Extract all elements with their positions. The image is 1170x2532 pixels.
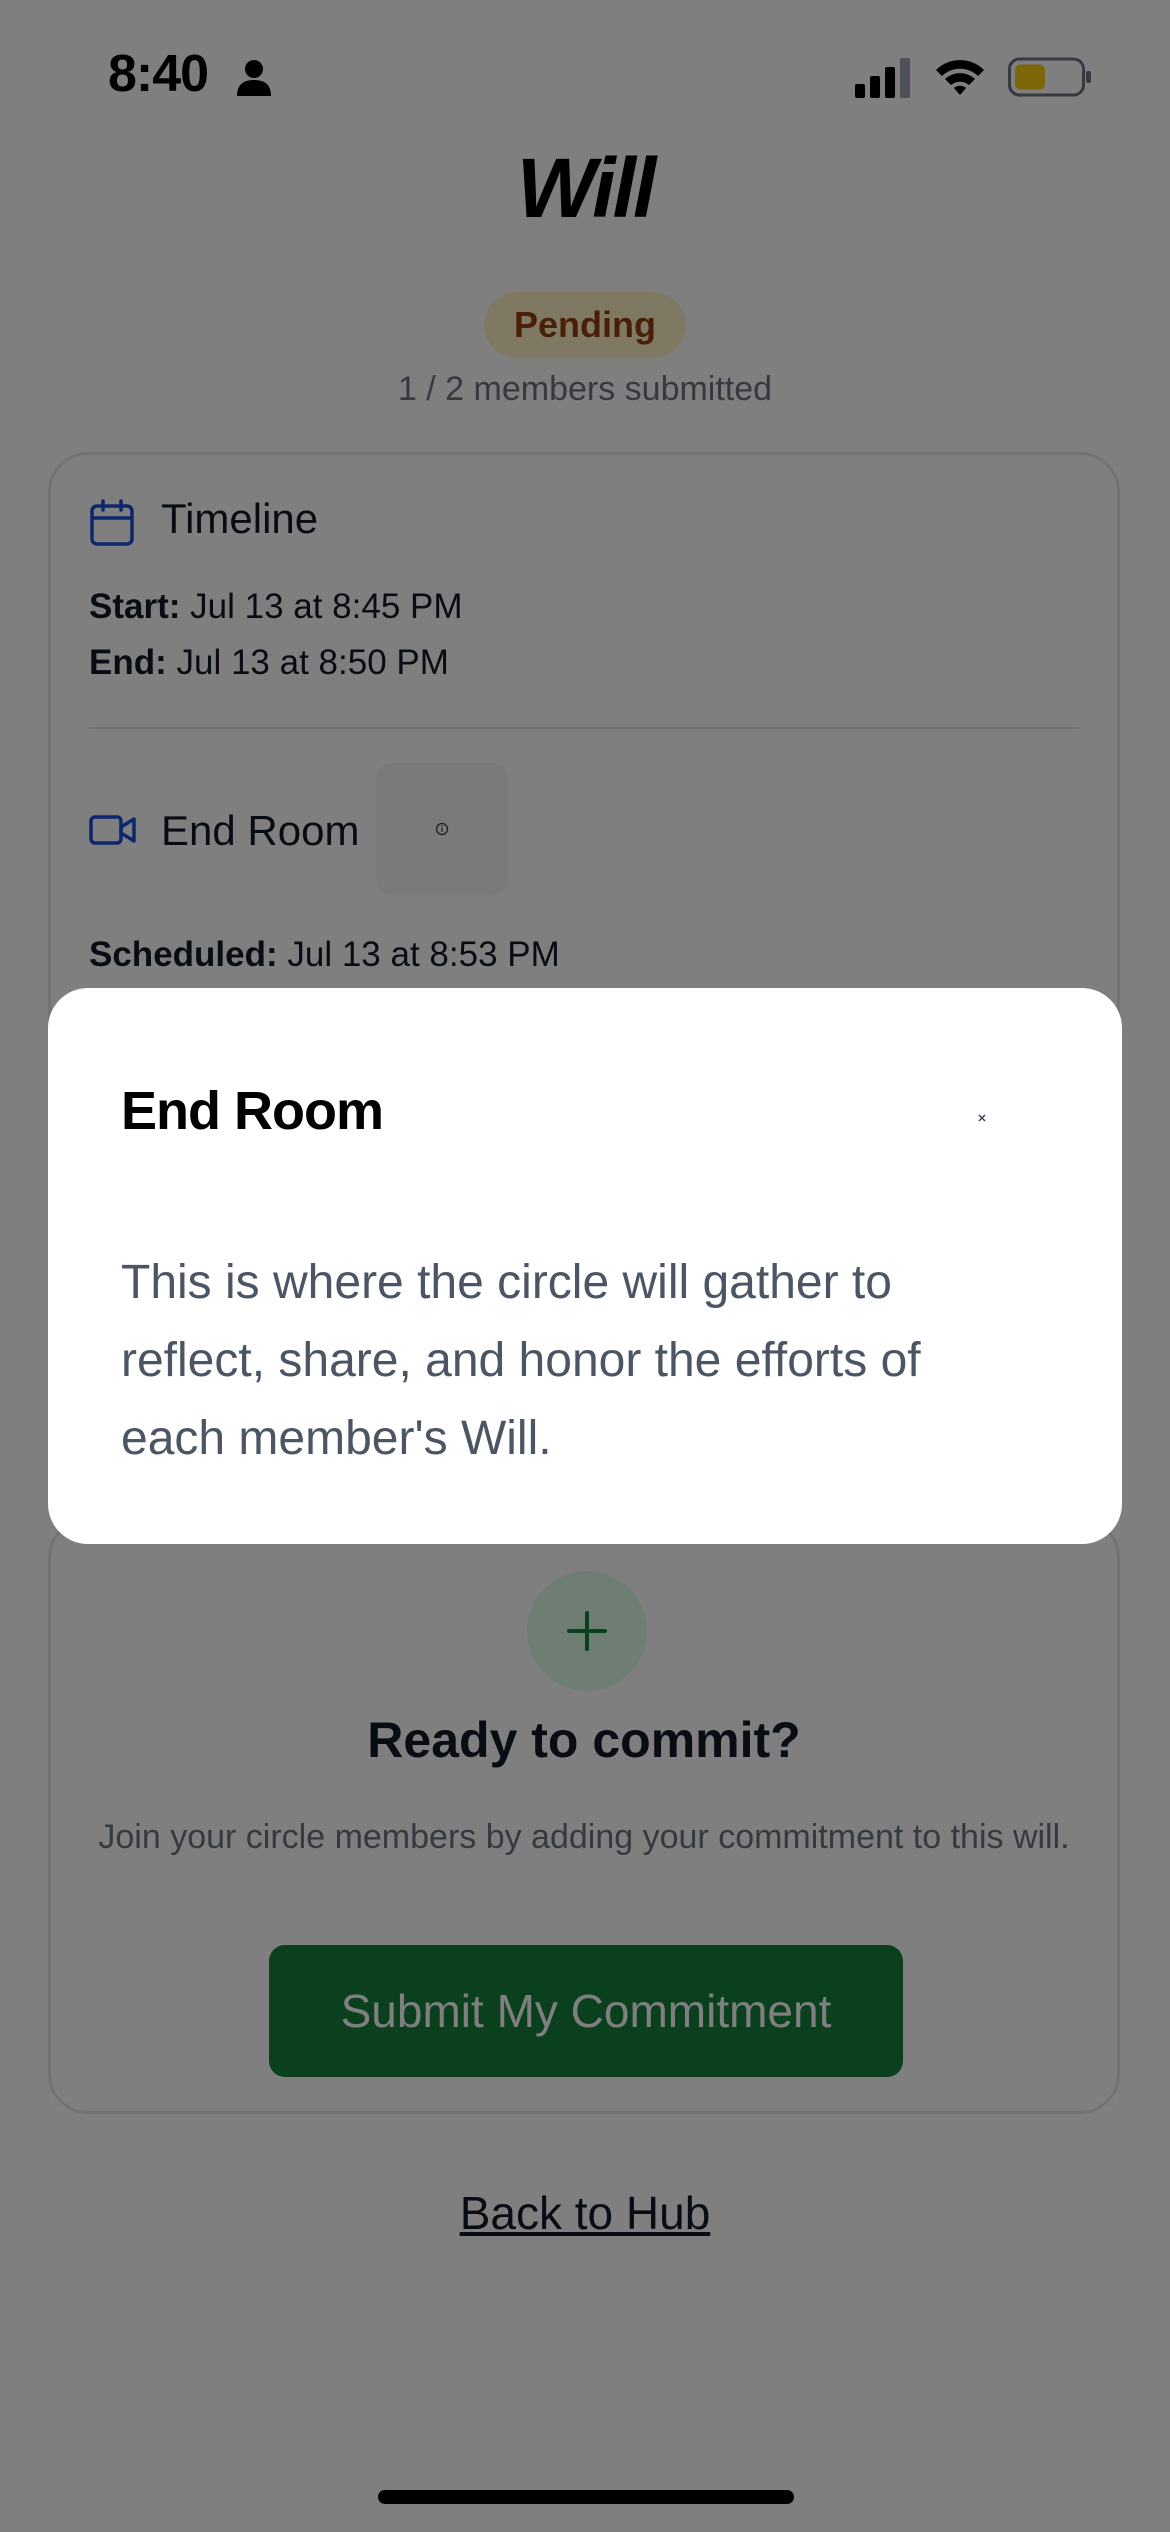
home-indicator[interactable] — [378, 2490, 794, 2504]
end-room-modal: End Room This is where the circle will g… — [48, 988, 1122, 1544]
close-icon[interactable] — [972, 1108, 992, 1128]
modal-body: This is where the circle will gather to … — [121, 1256, 921, 1465]
modal-title: End Room — [121, 1081, 384, 1141]
